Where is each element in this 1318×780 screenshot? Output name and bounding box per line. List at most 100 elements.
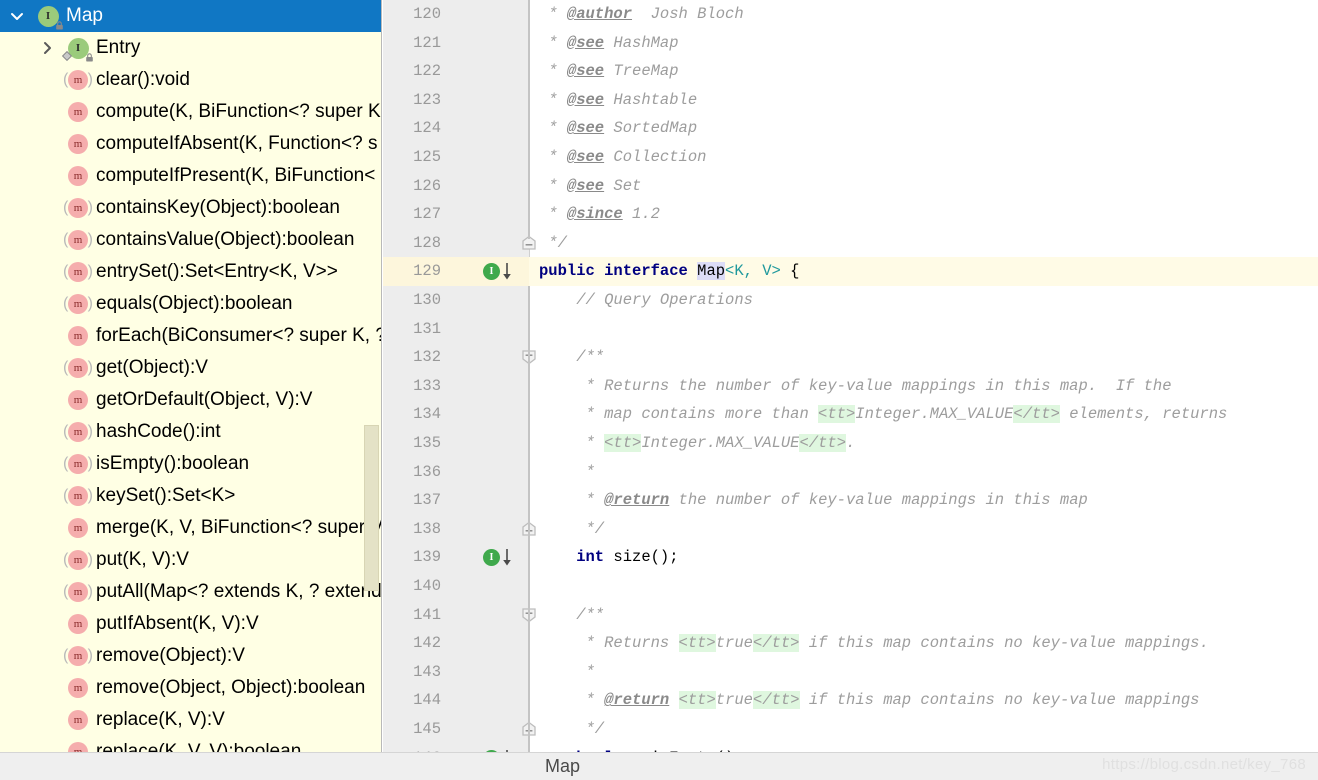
structure-tree-item[interactable]: m getOrDefault(Object, V):V [0, 384, 381, 416]
code-line[interactable]: 146I@ boolean isEmpty(); [383, 744, 1318, 752]
structure-tree-item[interactable]: m() containsKey(Object):boolean [0, 192, 381, 224]
method-icon: m [64, 678, 92, 698]
code-token-tag: @return [604, 691, 670, 710]
interface-icon: I [34, 5, 63, 29]
structure-tree-item[interactable]: m() get(Object):V [0, 352, 381, 384]
structure-tree-item[interactable]: m() containsValue(Object):boolean [0, 224, 381, 256]
structure-tree-item[interactable]: m compute(K, BiFunction<? super K [0, 96, 381, 128]
structure-tree-item-label: forEach(BiConsumer<? super K, ? [96, 325, 382, 346]
gutter-marks[interactable]: I [483, 260, 523, 284]
code-line[interactable]: 132 /** [383, 343, 1318, 372]
structure-tree-item-label: computeIfAbsent(K, Function<? s [96, 133, 378, 154]
code-token-tt: </tt> [753, 691, 800, 710]
structure-tree-item[interactable]: m() equals(Object):boolean [0, 288, 381, 320]
abstract-bracket-left: ( [63, 487, 69, 504]
structure-tree-item[interactable]: m forEach(BiConsumer<? super K, ? [0, 320, 381, 352]
structure-tree-item[interactable]: m() remove(Object):V [0, 640, 381, 672]
code-token-comment: * [539, 62, 567, 81]
code-line[interactable]: 145 */ [383, 715, 1318, 744]
code-text: * @see Hashtable [539, 86, 697, 115]
code-line[interactable]: 142 * Returns <tt>true</tt> if this map … [383, 629, 1318, 658]
code-line[interactable]: 120 * @author Josh Bloch [383, 0, 1318, 29]
structure-tree-item[interactable]: m remove(Object, Object):boolean [0, 672, 381, 704]
breadcrumb[interactable]: Map [545, 756, 580, 777]
code-token-comment: Hashtable [604, 90, 698, 109]
line-number: 131 [413, 319, 441, 338]
code-text: * @return the number of key-value mappin… [539, 486, 1088, 515]
code-line[interactable]: 127 * @since 1.2 [383, 200, 1318, 229]
structure-tree-item[interactable]: m merge(K, V, BiFunction<? super V [0, 512, 381, 544]
code-line[interactable]: 128 */ [383, 229, 1318, 258]
ide-window: I Map I Entry m() clear():void m compute(K, BiF… [0, 0, 1318, 780]
code-line[interactable]: 136 * [383, 458, 1318, 487]
code-line[interactable]: 140 [383, 572, 1318, 601]
code-token-tag: @see [566, 176, 605, 195]
method-icon: m [64, 518, 92, 538]
code-token-comment: * [539, 176, 567, 195]
code-line[interactable]: 133 * Returns the number of key-value ma… [383, 372, 1318, 401]
structure-tree-item[interactable]: m() entrySet():Set<Entry<K, V>> [0, 256, 381, 288]
code-text: * @see TreeMap [539, 57, 678, 86]
structure-tree-item[interactable]: m() putAll(Map<? extends K, ? extend [0, 576, 381, 608]
code-line[interactable]: 137 * @return the number of key-value ma… [383, 486, 1318, 515]
code-line[interactable]: 124 * @see SortedMap [383, 114, 1318, 143]
structure-tree-item[interactable]: m() hashCode():int [0, 416, 381, 448]
code-token-comment: * [539, 691, 605, 710]
code-line[interactable]: 138 */ [383, 515, 1318, 544]
tree-vertical-scrollbar[interactable] [364, 0, 380, 780]
code-line[interactable]: 143 * [383, 658, 1318, 687]
code-line[interactable]: 129 Ipublic interface Map<K, V> { [383, 257, 1318, 286]
code-line[interactable]: 141 /** [383, 601, 1318, 630]
code-line[interactable]: 139 I int size(); [383, 543, 1318, 572]
structure-tree-item[interactable]: m() isEmpty():boolean [0, 448, 381, 480]
interface-implemented-icon[interactable]: I [483, 263, 500, 281]
abstract-bracket-left: ( [63, 423, 69, 440]
tree-scrollbar-thumb[interactable] [364, 425, 379, 591]
abstract-bracket-right: ) [87, 423, 93, 440]
code-token-tt: <tt> [604, 434, 642, 452]
abstract-bracket-right: ) [87, 455, 93, 472]
method-icon: m [64, 710, 92, 730]
gutter-marks[interactable]: I [483, 546, 523, 570]
code-editor[interactable]: 120 * @author Josh Bloch 121 * @see HashM… [383, 0, 1318, 752]
chevron-right-icon[interactable] [39, 40, 55, 56]
code-line[interactable]: 131 [383, 315, 1318, 344]
abstract-bracket-left: ( [63, 647, 69, 664]
code-line[interactable]: 123 * @see Hashtable [383, 86, 1318, 115]
implemented-down-arrow-icon[interactable] [501, 262, 513, 287]
structure-tree-item[interactable]: I Entry [0, 32, 381, 64]
code-token-comment: true [715, 691, 753, 710]
abstract-bracket-right: ) [87, 295, 93, 312]
code-line[interactable]: 125 * @see Collection [383, 143, 1318, 172]
code-text: * Returns the number of key-value mappin… [539, 372, 1172, 401]
method-icon: m() [63, 294, 93, 314]
structure-tree-panel[interactable]: I Map I Entry m() clear():void m compute(K, BiF… [0, 0, 382, 780]
structure-tree-item[interactable]: m() clear():void [0, 64, 381, 96]
code-line[interactable]: 130 // Query Operations [383, 286, 1318, 315]
structure-tree-item[interactable]: m computeIfPresent(K, BiFunction< [0, 160, 381, 192]
code-line[interactable]: 134 * map contains more than <tt>Integer… [383, 400, 1318, 429]
structure-tree-item-label: containsValue(Object):boolean [96, 229, 355, 250]
code-line[interactable]: 135 * <tt>Integer.MAX_VALUE</tt>. [383, 429, 1318, 458]
structure-tree-item-label: compute(K, BiFunction<? super K [96, 101, 381, 122]
structure-tree-item[interactable]: I Map [0, 0, 381, 32]
structure-tree-item[interactable]: m putIfAbsent(K, V):V [0, 608, 381, 640]
line-number: 138 [413, 519, 441, 538]
method-icon: m [64, 390, 92, 410]
interface-implemented-icon[interactable]: I [483, 549, 500, 567]
structure-tree-item[interactable]: m computeIfAbsent(K, Function<? s [0, 128, 381, 160]
code-line[interactable]: 126 * @see Set [383, 172, 1318, 201]
structure-tree-item[interactable]: m() put(K, V):V [0, 544, 381, 576]
code-token-tag: @see [566, 90, 605, 109]
structure-tree-item[interactable]: m replace(K, V):V [0, 704, 381, 736]
method-icon: m() [63, 70, 93, 90]
code-line[interactable]: 121 * @see HashMap [383, 29, 1318, 58]
line-number: 146 [383, 744, 441, 752]
code-line[interactable]: 144 * @return <tt>true</tt> if this map … [383, 686, 1318, 715]
interface-icon: I [61, 37, 93, 61]
structure-tree-item[interactable]: m() keySet():Set<K> [0, 480, 381, 512]
line-number: 141 [413, 605, 441, 624]
chevron-down-icon[interactable] [9, 8, 25, 24]
code-line[interactable]: 122 * @see TreeMap [383, 57, 1318, 86]
implemented-down-arrow-icon[interactable] [501, 548, 513, 573]
